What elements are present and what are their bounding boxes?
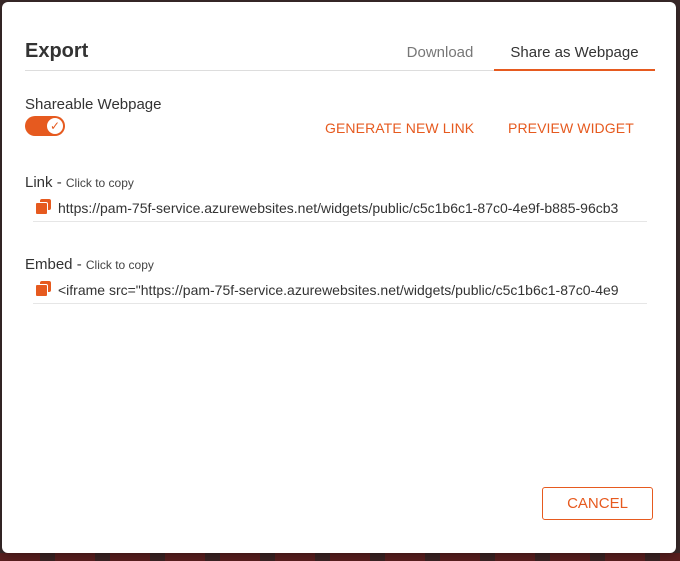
preview-widget-button[interactable]: PREVIEW WIDGET (508, 120, 634, 136)
link-copy-hint: Click to copy (65, 176, 134, 190)
copy-icon[interactable] (35, 199, 52, 215)
embed-label-separator: - (72, 256, 86, 273)
link-label: Link - Click to copy (25, 174, 134, 191)
generate-new-link-button[interactable]: GENERATE NEW LINK (325, 120, 474, 136)
export-dialog: Export Download Share as Webpage Shareab… (2, 2, 676, 553)
embed-label-text: Embed (25, 256, 73, 273)
active-tab-indicator (494, 69, 655, 71)
embed-copy-field[interactable]: <iframe src="https://pam-75f-service.azu… (33, 277, 647, 304)
dialog-title: Export (25, 40, 89, 62)
shareable-webpage-toggle[interactable]: ✓ (25, 116, 65, 136)
embed-code: <iframe src="https://pam-75f-service.azu… (58, 282, 619, 298)
link-label-separator: - (52, 174, 66, 191)
shareable-webpage-label: Shareable Webpage (25, 96, 162, 113)
link-copy-field[interactable]: https://pam-75f-service.azurewebsites.ne… (33, 195, 647, 222)
embed-label: Embed - Click to copy (25, 256, 154, 273)
check-icon: ✓ (47, 118, 63, 134)
link-label-text: Link (25, 174, 53, 191)
backdrop (0, 553, 680, 561)
tab-share-as-webpage[interactable]: Share as Webpage (494, 44, 655, 61)
copy-icon[interactable] (35, 281, 52, 297)
link-url: https://pam-75f-service.azurewebsites.ne… (58, 200, 619, 216)
cancel-button[interactable]: CANCEL (542, 487, 653, 520)
tab-download[interactable]: Download (398, 44, 482, 61)
embed-copy-hint: Click to copy (85, 258, 154, 272)
